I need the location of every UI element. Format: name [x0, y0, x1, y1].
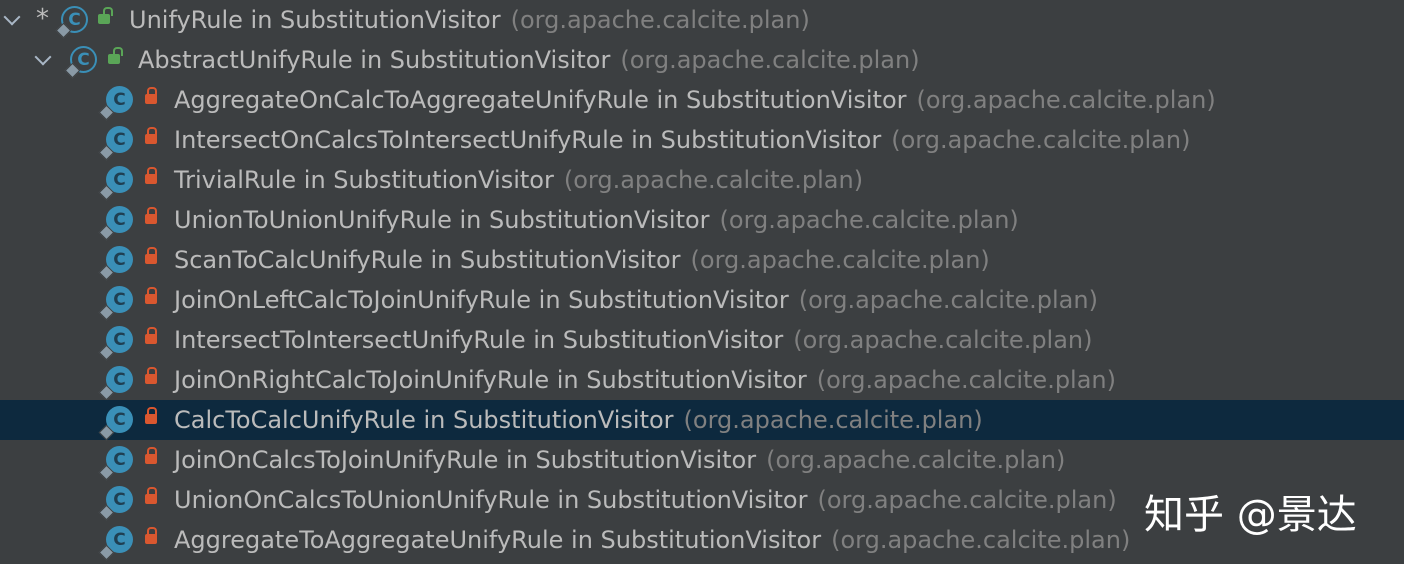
zhihu-watermark: 知乎 @景达 — [1144, 492, 1357, 538]
tree-row-child[interactable]: C JoinOnLeftCalcToJoinUnifyRule in Subst… — [0, 280, 1404, 321]
class-icon: C — [98, 246, 133, 281]
tree-row-child[interactable]: C AggregateOnCalcToAggregateUnifyRule in… — [0, 80, 1404, 121]
package-label: (org.apache.calcite.plan) — [916, 86, 1216, 114]
tree-item-label: JoinOnRightCalcToJoinUnifyRule in Substi… — [174, 366, 1117, 394]
package-label: (org.apache.calcite.plan) — [816, 366, 1117, 394]
package-label: (org.apache.calcite.plan) — [793, 326, 1093, 354]
class-icon: C — [98, 406, 133, 441]
tree-item-label: CalcToCalcUnifyRule in SubstitutionVisit… — [174, 406, 983, 434]
private-lock-icon — [145, 407, 157, 424]
private-lock-icon — [145, 207, 157, 224]
package-label: (org.apache.calcite.plan) — [620, 46, 920, 74]
private-lock-icon — [145, 247, 157, 264]
tree-item-label: JoinOnLeftCalcToJoinUnifyRule in Substit… — [174, 286, 1098, 314]
class-icon: C — [98, 526, 133, 561]
tree-item-label: UnionOnCalcsToUnionUnifyRule in Substitu… — [174, 486, 1117, 514]
tree-row-child[interactable]: C IntersectToIntersectUnifyRule in Subst… — [0, 320, 1404, 361]
private-lock-icon — [145, 527, 157, 544]
class-icon: C — [98, 86, 133, 121]
tree-row-parent[interactable]: C AbstractUnifyRule in SubstitutionVisit… — [0, 40, 1404, 80]
private-lock-icon — [145, 287, 157, 304]
private-lock-icon — [145, 167, 157, 184]
class-icon: C — [98, 486, 133, 521]
tree-item-label: UnionToUnionUnifyRule in SubstitutionVis… — [174, 206, 1019, 234]
package-label: (org.apache.calcite.plan) — [798, 286, 1098, 314]
class-icon: C — [98, 366, 133, 401]
package-label: (org.apache.calcite.plan) — [510, 6, 810, 34]
tree-row-child-selected[interactable]: C CalcToCalcUnifyRule in SubstitutionVis… — [0, 400, 1404, 441]
private-lock-icon — [145, 447, 157, 464]
abstract-class-icon: C — [64, 46, 97, 79]
tree-item-label: ScanToCalcUnifyRule in SubstitutionVisit… — [174, 246, 990, 274]
class-icon: C — [98, 126, 133, 161]
public-lock-icon — [108, 47, 123, 64]
tree-row-root[interactable]: * C UnifyRule in SubstitutionVisitor (org… — [0, 0, 1404, 40]
tree-row-child[interactable]: C UnionToUnionUnifyRule in SubstitutionV… — [0, 200, 1404, 241]
private-lock-icon — [145, 327, 157, 344]
package-label: (org.apache.calcite.plan) — [563, 166, 864, 194]
package-label: (org.apache.calcite.plan) — [817, 486, 1117, 514]
package-label: (org.apache.calcite.plan) — [891, 126, 1191, 154]
package-label: (org.apache.calcite.plan) — [831, 526, 1131, 554]
package-label: (org.apache.calcite.plan) — [690, 246, 990, 274]
tree-row-child[interactable]: C ScanToCalcUnifyRule in SubstitutionVis… — [0, 240, 1404, 281]
tree-item-label: AbstractUnifyRule in SubstitutionVisitor… — [138, 46, 920, 74]
tree-item-label: JoinOnCalcsToJoinUnifyRule in Substituti… — [174, 446, 1066, 474]
class-icon: C — [98, 286, 133, 321]
public-lock-icon — [98, 7, 113, 24]
tree-row-child[interactable]: C JoinOnCalcsToJoinUnifyRule in Substitu… — [0, 440, 1404, 481]
package-label: (org.apache.calcite.plan) — [719, 206, 1019, 234]
package-label: (org.apache.calcite.plan) — [683, 406, 983, 434]
tree-item-label: TrivialRule in SubstitutionVisitor (org.a… — [174, 166, 864, 194]
tree-item-label: AggregateToAggregateUnifyRule in Substit… — [174, 526, 1131, 554]
class-icon: C — [98, 166, 133, 201]
tree-row-child[interactable]: C TrivialRule in SubstitutionVisitor (org… — [0, 160, 1404, 201]
class-icon: C — [98, 206, 133, 241]
private-lock-icon — [145, 127, 157, 144]
tree-row-child[interactable]: C IntersectOnCalcsToIntersectUnifyRule i… — [0, 120, 1404, 161]
chevron-down-icon[interactable] — [3, 8, 21, 26]
tree-item-label: AggregateOnCalcToAggregateUnifyRule in S… — [174, 86, 1216, 114]
tree-item-label: UnifyRule in SubstitutionVisitor (org.apa… — [129, 6, 810, 34]
chevron-down-icon[interactable] — [34, 48, 52, 66]
tree-item-label: IntersectOnCalcsToIntersectUnifyRule in … — [174, 126, 1191, 154]
package-label: (org.apache.calcite.plan) — [766, 446, 1066, 474]
tree-item-label: IntersectToIntersectUnifyRule in Substit… — [174, 326, 1093, 354]
current-marker: * — [36, 4, 49, 34]
abstract-class-icon: C — [55, 6, 88, 39]
class-icon: C — [98, 446, 133, 481]
type-hierarchy-tree: * C UnifyRule in SubstitutionVisitor (org… — [0, 0, 1404, 564]
private-lock-icon — [145, 367, 157, 384]
tree-row-child[interactable]: C JoinOnRightCalcToJoinUnifyRule in Subs… — [0, 360, 1404, 401]
private-lock-icon — [145, 487, 157, 504]
class-icon: C — [98, 326, 133, 361]
private-lock-icon — [145, 87, 157, 104]
